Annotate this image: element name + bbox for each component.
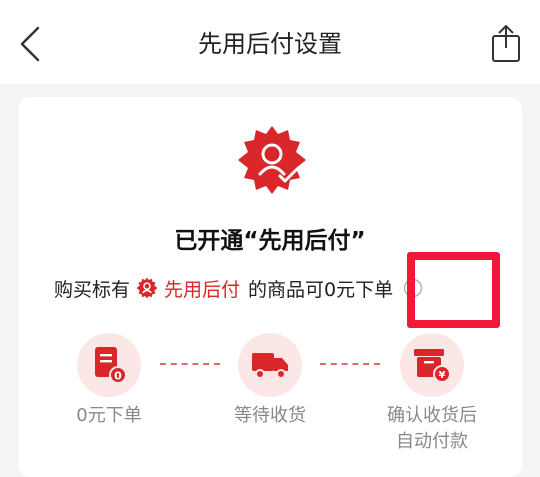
step-label-pay: 确认收货后 自动付款: [387, 405, 477, 452]
highlight-box: [407, 252, 500, 328]
step-pay-icon-wrap: ¥: [400, 333, 464, 397]
pay-later-badge-icon: [136, 277, 158, 299]
step-order-icon-wrap: 0: [77, 333, 141, 397]
step-connector: [320, 363, 380, 365]
document-zero-icon: 0: [95, 347, 126, 384]
description-line: 购买标有 先用后付 的商品可0元下单: [54, 273, 423, 303]
step-connector: [160, 363, 220, 365]
pay-later-card: 已开通“先用后付” 购买标有 先用后付 的商品可0元下单 0 ¥ 0元下单 等待…: [18, 97, 522, 477]
delivery-truck-icon: [252, 353, 288, 379]
step-delivery-icon-wrap: [238, 333, 302, 397]
step-label-order: 0元下单: [76, 405, 142, 426]
svg-text:0: 0: [114, 370, 122, 383]
box-yuan-icon: ¥: [414, 349, 451, 383]
badge-check-icon: [238, 126, 306, 194]
share-icon[interactable]: [486, 22, 526, 64]
description-suffix: 的商品可0元下单: [248, 278, 394, 301]
navigation-bar: 先用后付设置: [0, 0, 540, 84]
description-prefix: 购买标有: [54, 278, 131, 301]
page-title: 先用后付设置: [198, 30, 342, 58]
svg-text:¥: ¥: [439, 370, 446, 381]
step-label-delivery: 等待收货: [234, 405, 306, 426]
pay-later-brand: 先用后付: [164, 278, 241, 301]
